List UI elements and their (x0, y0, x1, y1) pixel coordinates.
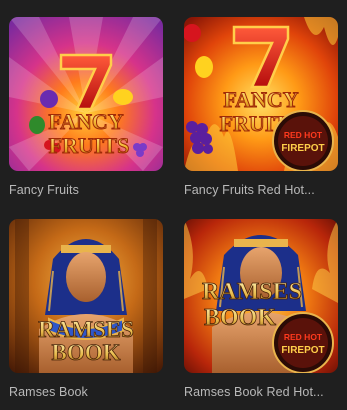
red-hot-firepot-badge: RED HOT FIREPOT (272, 312, 334, 373)
fancy-fruits-thumbnail[interactable]: FANCY FRUITS (9, 17, 163, 171)
svg-text:RED HOT: RED HOT (284, 130, 323, 140)
fancy-fruits-artwork: FANCY FRUITS (9, 17, 163, 171)
lemon-icon (113, 89, 133, 105)
ramses-book-red-hot-firepot-thumbnail[interactable]: RAMSES BOOK RED HOT FIREPOT (184, 219, 338, 373)
game-card-ramses-book-red-hot[interactable]: RAMSES BOOK RED HOT FIREPOT Ramses Book … (184, 219, 338, 399)
game-card-ramses-book[interactable]: RAMSES BOOK Ramses Book (9, 219, 163, 399)
art-word-1: RAMSES (202, 279, 302, 305)
ramses-book-artwork: RAMSES BOOK (9, 219, 163, 373)
ramses-book-red-hot-artwork: RAMSES BOOK RED HOT FIREPOT (184, 219, 338, 373)
art-word-2: BOOK (51, 340, 120, 365)
art-word-1: FANCY (223, 87, 298, 112)
art-word-2: FRUITS (49, 133, 130, 158)
lemon-icon (195, 56, 213, 78)
art-word-1: FANCY (48, 109, 123, 134)
game-title[interactable]: Ramses Book Red Hot... (184, 385, 338, 399)
ramses-book-thumbnail[interactable]: RAMSES BOOK (9, 219, 163, 373)
game-title[interactable]: Ramses Book (9, 385, 163, 399)
game-title[interactable]: Fancy Fruits Red Hot... (184, 183, 338, 197)
game-grid: FANCY FRUITS Fancy Fruits FANCY FRUITS R… (0, 0, 347, 410)
plum-icon (40, 90, 58, 108)
game-card-fancy-fruits-red-hot[interactable]: FANCY FRUITS RED HOT FIREPOT Fancy Fruit… (184, 17, 338, 197)
art-word-1: RAMSES (38, 317, 134, 342)
fancy-fruits-red-hot-firepot-thumbnail[interactable]: FANCY FRUITS RED HOT FIREPOT (184, 17, 338, 171)
svg-text:RED HOT: RED HOT (284, 332, 323, 342)
game-card-fancy-fruits[interactable]: FANCY FRUITS Fancy Fruits (9, 17, 163, 197)
ramses-face (66, 252, 106, 302)
svg-text:FIREPOT: FIREPOT (281, 143, 324, 154)
svg-text:FIREPOT: FIREPOT (281, 345, 324, 356)
red-hot-firepot-badge: RED HOT FIREPOT (272, 110, 334, 171)
fancy-fruits-red-hot-artwork: FANCY FRUITS RED HOT FIREPOT (184, 17, 338, 171)
melon-icon (29, 116, 45, 134)
art-word-2: BOOK (204, 305, 276, 331)
game-title[interactable]: Fancy Fruits (9, 183, 163, 197)
